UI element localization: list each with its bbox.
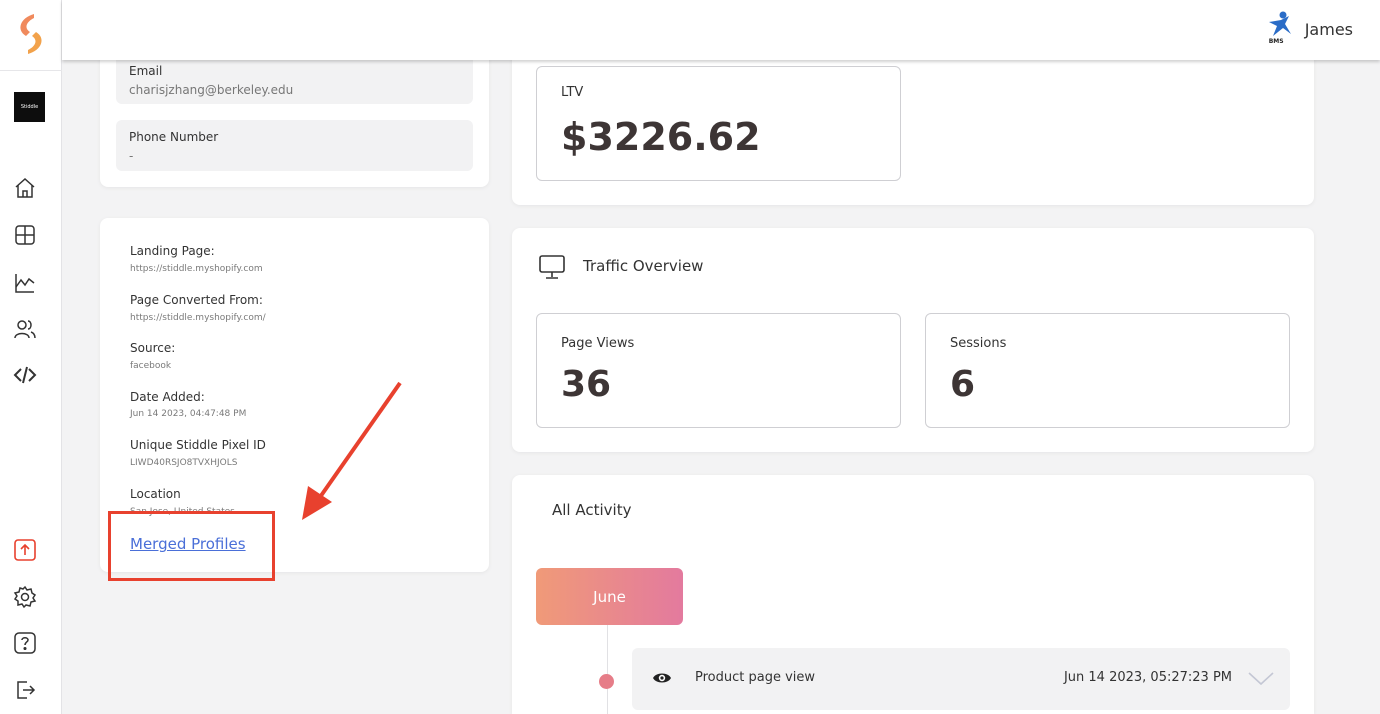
month-label: June <box>593 587 626 606</box>
email-label: Email <box>129 64 163 78</box>
store-thumbnail[interactable]: Stiddle <box>14 92 45 122</box>
top-bar: BMS James <box>62 0 1380 60</box>
phone-value: - <box>129 149 134 163</box>
sidebar: Stiddle <box>0 0 62 714</box>
traffic-overview-card: Traffic Overview Page Views 36 Sessions … <box>512 228 1314 452</box>
pixel-id-value: LIWD40RSJO8TVXHJOLS <box>130 458 238 468</box>
eye-icon <box>653 673 671 683</box>
annotation-arrow-icon <box>302 381 402 520</box>
date-added-value: Jun 14 2023, 04:47:48 PM <box>130 409 247 419</box>
sessions-box: Sessions 6 <box>925 313 1290 428</box>
sessions-value: 6 <box>950 364 976 405</box>
monitor-icon <box>539 255 565 279</box>
pixel-id-label: Unique Stiddle Pixel ID <box>130 438 266 452</box>
logout-icon[interactable] <box>12 677 38 703</box>
source-label: Source: <box>130 341 176 355</box>
activity-item[interactable]: Product page view Jun 14 2023, 05:27:23 … <box>632 648 1290 710</box>
landing-page-label: Landing Page: <box>130 244 215 258</box>
analytics-icon[interactable] <box>12 270 38 296</box>
org-logo: BMS <box>1263 10 1295 48</box>
upload-icon[interactable] <box>12 537 38 563</box>
user-menu[interactable]: BMS James <box>1263 10 1353 48</box>
gear-icon[interactable] <box>12 584 38 610</box>
timeline-line <box>607 625 608 714</box>
ltv-box: LTV $3226.62 <box>536 66 901 181</box>
home-icon[interactable] <box>12 175 38 201</box>
all-activity-title: All Activity <box>552 501 632 519</box>
annotation-highlight-box <box>108 511 275 581</box>
converted-page-value: https://stiddle.myshopify.com/ <box>130 313 266 323</box>
email-field: Email charisjzhang@berkeley.edu <box>116 55 473 104</box>
landing-page-value: https://stiddle.myshopify.com <box>130 264 263 274</box>
timeline-dot <box>599 674 614 689</box>
user-name: James <box>1304 19 1353 39</box>
page-views-label: Page Views <box>561 336 635 351</box>
contact-card: Email charisjzhang@berkeley.edu Phone Nu… <box>100 40 489 187</box>
sidebar-divider <box>0 70 62 71</box>
users-icon[interactable] <box>12 316 38 342</box>
source-value: facebook <box>130 361 172 371</box>
email-value: charisjzhang@berkeley.edu <box>129 83 294 97</box>
location-label: Location <box>130 487 181 501</box>
dashboard-icon[interactable] <box>12 222 38 248</box>
chevron-down-icon[interactable] <box>1248 672 1274 686</box>
ltv-label: LTV <box>561 85 584 100</box>
phone-field: Phone Number - <box>116 120 473 171</box>
date-added-label: Date Added: <box>130 390 205 404</box>
store-label: Stiddle <box>20 104 39 110</box>
code-icon[interactable] <box>12 362 38 388</box>
page-views-box: Page Views 36 <box>536 313 901 428</box>
sessions-label: Sessions <box>950 336 1007 351</box>
month-pill[interactable]: June <box>536 568 683 625</box>
ltv-value: $3226.62 <box>561 115 761 159</box>
traffic-overview-title: Traffic Overview <box>583 257 704 275</box>
app-logo[interactable] <box>12 10 50 58</box>
converted-page-label: Page Converted From: <box>130 293 263 307</box>
page-views-value: 36 <box>561 364 612 405</box>
activity-time: Jun 14 2023, 05:27:23 PM <box>1063 670 1232 685</box>
activity-name: Product page view <box>695 670 816 685</box>
phone-label: Phone Number <box>129 130 219 144</box>
help-icon[interactable] <box>12 630 38 656</box>
org-label: BMS <box>1268 38 1284 45</box>
ltv-card: LTV $3226.62 <box>512 40 1314 205</box>
